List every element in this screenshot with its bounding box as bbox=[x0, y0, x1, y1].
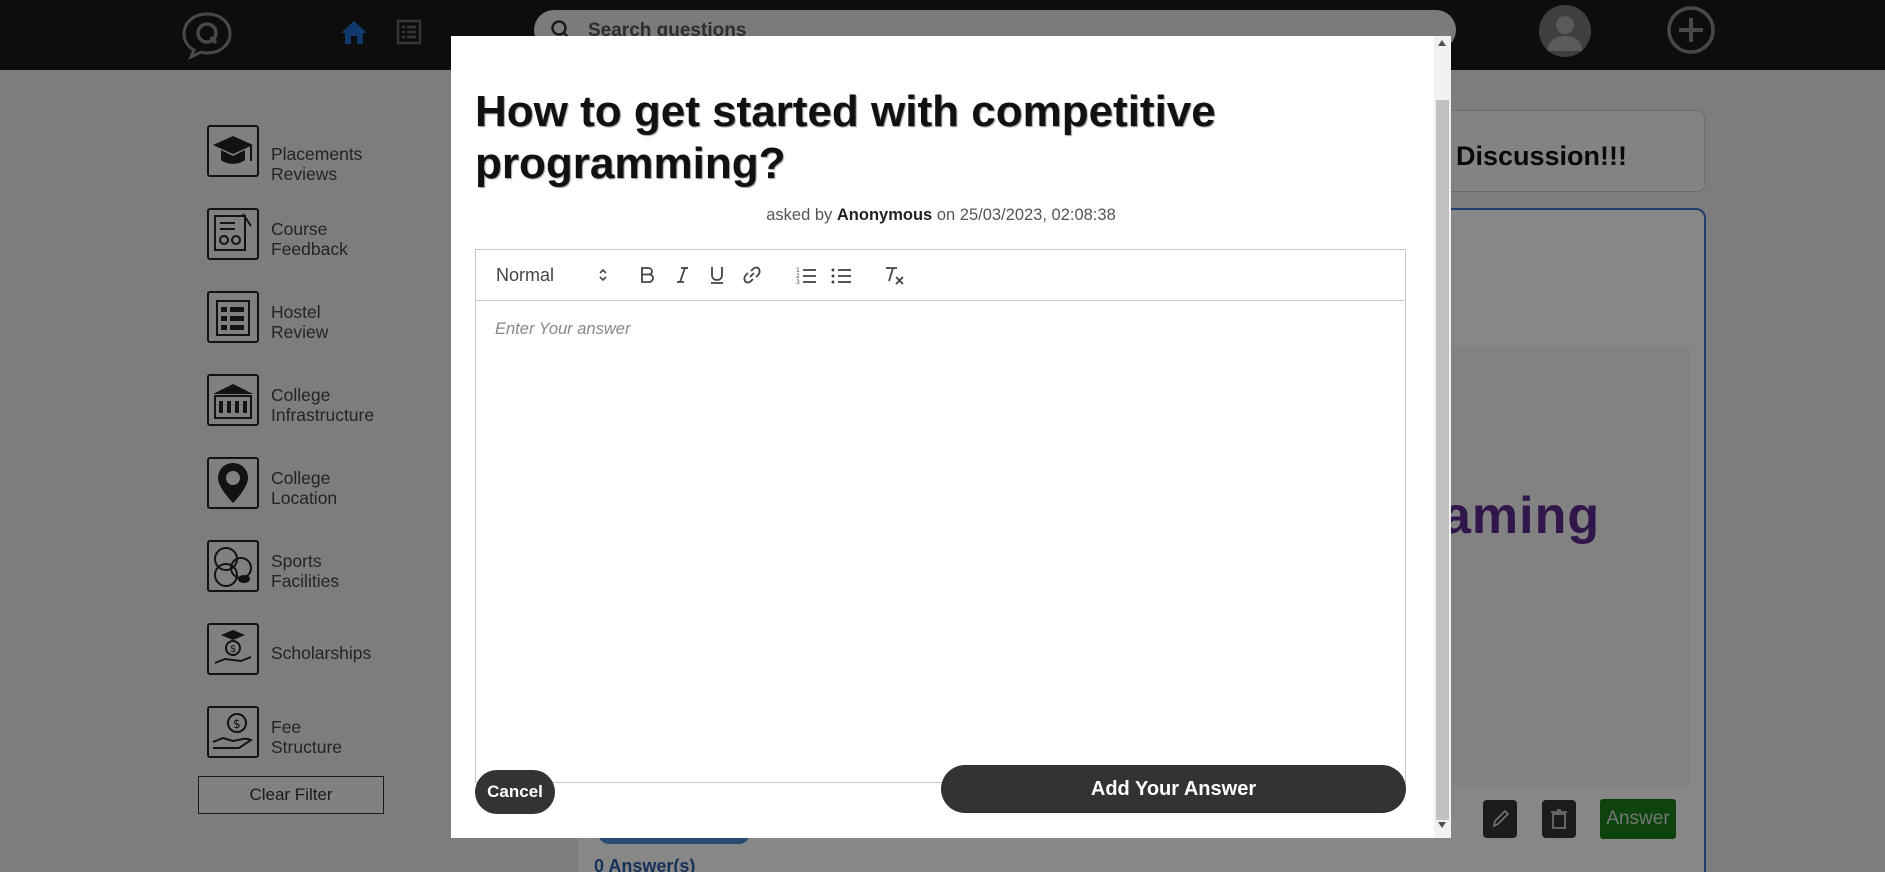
bold-icon bbox=[641, 267, 654, 283]
meta-prefix: asked by bbox=[766, 206, 833, 224]
question-timestamp: 25/03/2023, 02:08:38 bbox=[959, 206, 1116, 224]
svg-text:3: 3 bbox=[796, 279, 800, 285]
link-icon bbox=[743, 266, 761, 284]
bold-button[interactable] bbox=[634, 262, 660, 288]
answer-editor-input[interactable]: Enter Your answer bbox=[476, 302, 1405, 782]
ordered-list-button[interactable]: 123 bbox=[792, 262, 820, 288]
select-arrows-icon bbox=[599, 268, 607, 282]
underline-icon bbox=[711, 267, 723, 284]
underline-button[interactable] bbox=[704, 262, 730, 288]
editor-toolbar: Normal 123 bbox=[476, 250, 1405, 301]
modal-scrollbar[interactable] bbox=[1434, 36, 1451, 838]
answer-modal: How to get started with competitive prog… bbox=[451, 36, 1451, 838]
italic-icon bbox=[677, 267, 688, 283]
link-button[interactable] bbox=[739, 262, 765, 288]
question-title: How to get started with competitive prog… bbox=[475, 87, 1216, 188]
ordered-list-icon: 123 bbox=[796, 267, 816, 285]
question-author: Anonymous bbox=[836, 206, 933, 224]
add-answer-button[interactable]: Add Your Answer bbox=[941, 765, 1406, 813]
format-select-value: Normal bbox=[496, 264, 555, 285]
meta-on: on bbox=[936, 206, 956, 224]
scrollbar-thumb[interactable] bbox=[1436, 100, 1449, 820]
format-select[interactable]: Normal bbox=[496, 262, 608, 288]
editor-placeholder: Enter Your answer bbox=[495, 320, 631, 338]
bullet-list-icon bbox=[831, 268, 851, 284]
question-meta: asked by Anonymous on 25/03/2023, 02:08:… bbox=[451, 206, 1431, 225]
scroll-down-arrow-icon[interactable] bbox=[1438, 822, 1446, 828]
bullet-list-button[interactable] bbox=[827, 262, 855, 288]
clear-format-icon bbox=[886, 267, 904, 285]
italic-button[interactable] bbox=[669, 262, 695, 288]
cancel-button[interactable]: Cancel bbox=[475, 770, 555, 814]
rich-text-editor: Normal 123 Enter Your answer bbox=[475, 249, 1406, 783]
clear-format-button[interactable] bbox=[881, 262, 907, 288]
scroll-up-arrow-icon[interactable] bbox=[1438, 40, 1446, 46]
